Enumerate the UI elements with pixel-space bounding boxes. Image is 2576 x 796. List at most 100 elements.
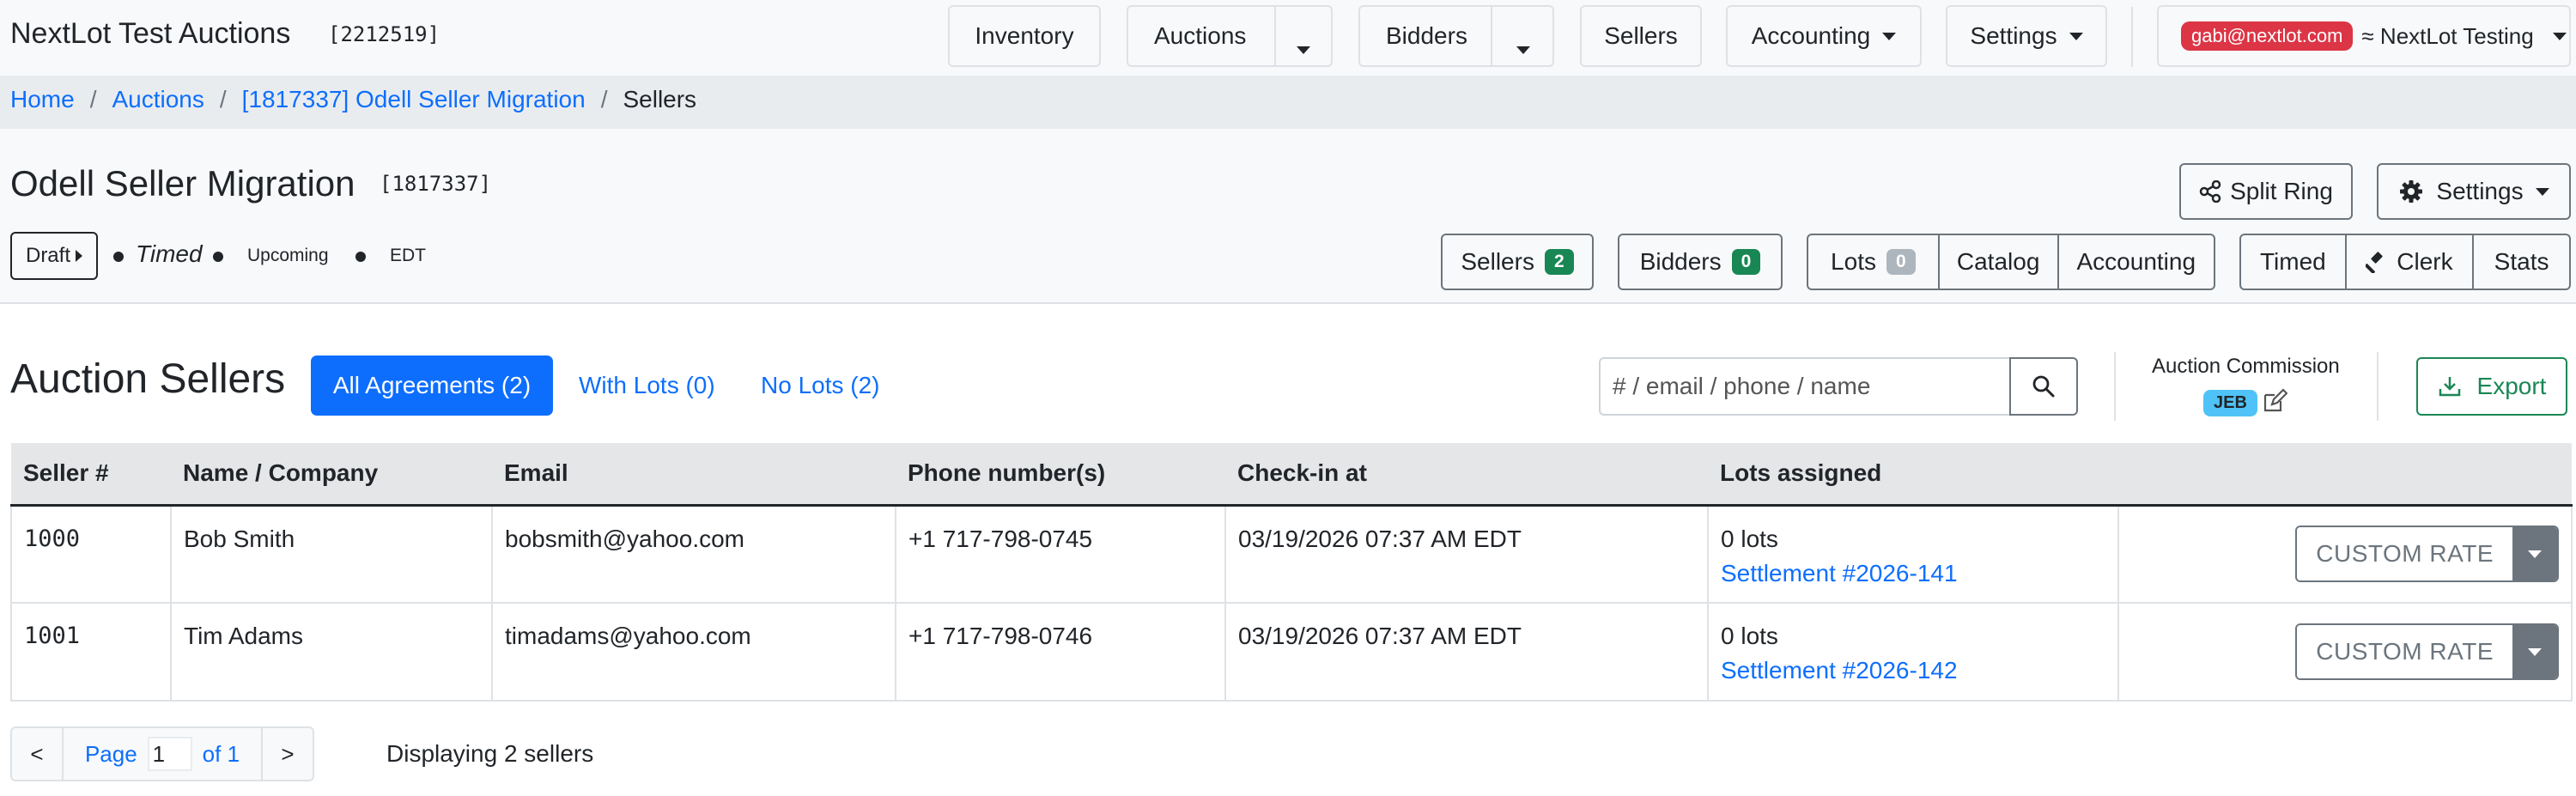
col-lots: Lots assigned xyxy=(1708,443,2118,507)
bidders-tab-button[interactable]: Bidders 0 xyxy=(1618,234,1783,290)
settlement-link[interactable]: Settlement #2026-141 xyxy=(1721,560,1958,587)
seller-search-input[interactable]: # / email / phone / name xyxy=(1599,357,2014,416)
nav-sellers-button[interactable]: Sellers xyxy=(1580,5,1702,67)
nav-sellers-label: Sellers xyxy=(1604,22,1678,49)
caret-down-icon xyxy=(2535,187,2549,196)
seller-actions-cell: CUSTOM RATE xyxy=(2117,504,2573,604)
nav-accounting-label: Accounting xyxy=(1751,22,1871,49)
nav-accounting-dropdown[interactable]: Accounting xyxy=(1726,5,1922,67)
table-header-row: Seller # Name / Company Email Phone numb… xyxy=(11,443,2572,507)
app-id: [2212519] xyxy=(328,22,440,46)
sellers-table: Seller # Name / Company Email Phone numb… xyxy=(10,443,2573,702)
sellers-tab-button[interactable]: Sellers 2 xyxy=(1441,234,1594,290)
seller-email: bobsmith@yahoo.com xyxy=(491,504,896,604)
nav-inventory-label: Inventory xyxy=(975,22,1074,49)
breadcrumb-auctions-link[interactable]: Auctions xyxy=(112,86,204,113)
bidders-count-badge: 0 xyxy=(1731,249,1761,275)
section-divider xyxy=(2377,352,2379,421)
auction-format: Timed xyxy=(136,240,203,267)
lots-tab-label: Lots xyxy=(1831,248,1876,275)
seller-name: Bob Smith xyxy=(170,504,493,604)
nav-settings-label: Settings xyxy=(1970,22,2057,49)
col-checkin: Check-in at xyxy=(1225,443,1708,507)
caret-right-icon xyxy=(76,250,82,262)
seller-phone: +1 717-798-0746 xyxy=(895,602,1226,702)
nav-bidders-dropdown[interactable] xyxy=(1516,33,1530,60)
clerk-tab-label: Clerk xyxy=(2397,248,2453,275)
col-phone: Phone number(s) xyxy=(896,443,1225,507)
settlement-link[interactable]: Settlement #2026-142 xyxy=(1721,657,1958,684)
download-icon xyxy=(2439,377,2460,397)
org-name: ≈ NextLot Testing xyxy=(2361,22,2534,49)
auction-timezone: EDT xyxy=(390,246,426,265)
filter-with-lots[interactable]: With Lots (0) xyxy=(579,355,715,416)
next-page-button[interactable]: > xyxy=(263,728,313,780)
nav-auctions-dropdown[interactable] xyxy=(1297,33,1310,60)
split-ring-label: Split Ring xyxy=(2230,178,2333,204)
section-divider xyxy=(2114,352,2116,421)
search-button[interactable] xyxy=(2009,357,2078,416)
caret-down-icon xyxy=(2552,32,2567,40)
timed-clerk-stats-group: Timed Clerk Stats xyxy=(2239,234,2571,290)
lots-catalog-accounting-group: Lots 0 Catalog Accounting xyxy=(1807,234,2215,290)
draft-status-button[interactable]: Draft xyxy=(10,232,98,280)
auction-settings-dropdown[interactable]: Settings xyxy=(2377,163,2571,220)
pagination: < Page 1 of 1 > xyxy=(10,726,314,781)
breadcrumb-auction-link[interactable]: [1817337] Odell Seller Migration xyxy=(242,86,586,113)
nav-settings-dropdown[interactable]: Settings xyxy=(1946,5,2107,67)
page-indicator: Page 1 of 1 xyxy=(64,728,263,780)
sellers-count-badge: 2 xyxy=(1544,249,1574,275)
displaying-summary: Displaying 2 sellers xyxy=(386,740,594,767)
lots-tab-button[interactable]: Lots 0 xyxy=(1808,235,1940,289)
nav-auctions-button[interactable]: Auctions xyxy=(1154,22,1246,50)
nav-bidders-button[interactable]: Bidders xyxy=(1386,22,1467,50)
commission-code-badge: JEB xyxy=(2203,390,2257,416)
lots-count-badge: 0 xyxy=(1886,249,1916,275)
edit-commission-button[interactable] xyxy=(2262,388,2288,420)
nav-inventory-button[interactable]: Inventory xyxy=(948,5,1101,67)
export-button[interactable]: Export xyxy=(2416,357,2567,416)
col-email: Email xyxy=(492,443,896,507)
page-title: Odell Seller Migration xyxy=(10,163,355,204)
timed-tab-label: Timed xyxy=(2259,248,2326,275)
custom-rate-dropdown[interactable] xyxy=(2512,625,2557,678)
auction-phase: Upcoming xyxy=(247,246,329,265)
seller-email: timadams@yahoo.com xyxy=(491,602,896,702)
seller-name: Tim Adams xyxy=(170,602,493,702)
auction-settings-label: Settings xyxy=(2436,178,2524,204)
breadcrumb-home-link[interactable]: Home xyxy=(10,86,75,113)
accounting-tab-button[interactable]: Accounting xyxy=(2059,235,2214,289)
gavel-icon xyxy=(2366,252,2383,273)
col-actions xyxy=(2118,443,2572,507)
table-row: 1000 Bob Smith bobsmith@yahoo.com +1 717… xyxy=(10,504,2573,604)
split-ring-button[interactable]: Split Ring xyxy=(2179,163,2353,220)
stats-tab-button[interactable]: Stats xyxy=(2474,235,2569,289)
status-dot xyxy=(213,252,223,262)
seller-lots-cell: 0 lots Settlement #2026-142 xyxy=(1707,602,2119,702)
filter-no-lots[interactable]: No Lots (2) xyxy=(761,355,880,416)
timed-tab-button[interactable]: Timed xyxy=(2241,235,2347,289)
sellers-tab-label: Sellers xyxy=(1461,248,1534,275)
filter-all-agreements[interactable]: All Agreements (2) xyxy=(311,355,553,416)
breadcrumb: Home / Auctions / [1817337] Odell Seller… xyxy=(10,86,697,113)
custom-rate-group: CUSTOM RATE xyxy=(2295,526,2559,583)
user-menu-dropdown[interactable]: gabi@nextlot.com ≈ NextLot Testing xyxy=(2157,5,2571,67)
gear-icon xyxy=(2400,180,2423,203)
search-icon xyxy=(2032,375,2055,398)
page-number-input[interactable]: 1 xyxy=(147,737,192,771)
table-row: 1001 Tim Adams timadams@yahoo.com +1 717… xyxy=(10,602,2573,702)
caret-down-icon xyxy=(1297,46,1310,54)
prev-page-button[interactable]: < xyxy=(12,728,64,780)
share-icon xyxy=(2199,180,2221,203)
catalog-tab-button[interactable]: Catalog xyxy=(1940,235,2059,289)
nav-divider xyxy=(2131,7,2133,67)
custom-rate-button[interactable]: CUSTOM RATE xyxy=(2297,527,2512,581)
user-email-badge: gabi@nextlot.com xyxy=(2181,21,2354,51)
lots-count: 0 lots xyxy=(1721,623,1778,649)
custom-rate-dropdown[interactable] xyxy=(2512,527,2557,581)
app-brand[interactable]: NextLot Test Auctions xyxy=(10,17,290,51)
seller-phone: +1 717-798-0745 xyxy=(895,504,1226,604)
catalog-tab-label: Catalog xyxy=(1956,248,2040,275)
clerk-tab-button[interactable]: Clerk xyxy=(2347,235,2475,289)
custom-rate-button[interactable]: CUSTOM RATE xyxy=(2297,625,2512,678)
